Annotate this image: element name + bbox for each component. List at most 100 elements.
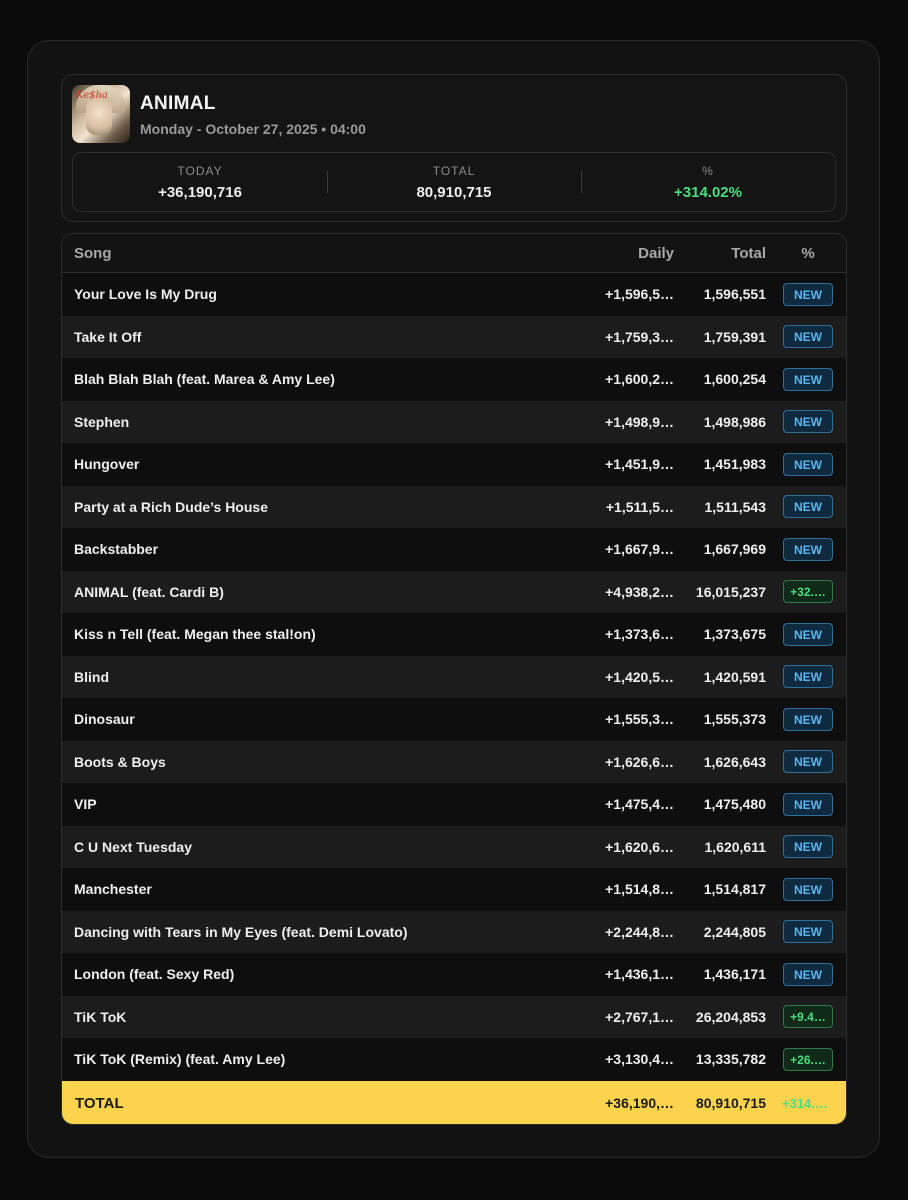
- stat-today: TODAY +36,190,716: [73, 153, 327, 211]
- total-total: 80,910,715: [695, 1095, 766, 1111]
- song-daily: +1,555,3…: [605, 711, 674, 728]
- song-total: 1,420,591: [703, 668, 766, 685]
- table-row[interactable]: Blind +1,420,5… 1,420,591 NEW: [62, 655, 846, 698]
- table-row[interactable]: Manchester +1,514,8… 1,514,817 NEW: [62, 868, 846, 911]
- song-percent-cell: NEW: [770, 325, 846, 349]
- table-row[interactable]: London (feat. Sexy Red) +1,436,1… 1,436,17…: [62, 953, 846, 996]
- song-daily: +1,498,9…: [605, 413, 674, 430]
- stat-percent-value: +314.02%: [674, 184, 742, 201]
- cover-signature: Ke$ha: [76, 90, 108, 101]
- song-total: 2,244,805: [703, 923, 766, 940]
- song-title: Party at a Rich Dude’s House: [74, 498, 268, 515]
- song-percent-cell: NEW: [770, 750, 846, 774]
- song-percent-cell: NEW: [770, 920, 846, 944]
- table-row[interactable]: Your Love Is My Drug +1,596,5… 1,596,551 NE…: [62, 273, 846, 316]
- song-daily: +1,667,9…: [605, 541, 674, 558]
- song-total: 16,015,237: [695, 583, 766, 600]
- stat-today-label: TODAY: [177, 164, 223, 178]
- status-badge: NEW: [783, 410, 833, 434]
- stat-percent: % +314.02%: [581, 153, 835, 211]
- song-title: VIP: [74, 796, 97, 813]
- table-row[interactable]: TiK ToK (Remix) (feat. Amy Lee) +3,130,4……: [62, 1038, 846, 1081]
- song-title: Manchester: [74, 881, 152, 898]
- song-title: TiK ToK (Remix) (feat. Amy Lee): [74, 1051, 286, 1068]
- table-body: Your Love Is My Drug +1,596,5… 1,596,551 NE…: [62, 273, 846, 1081]
- header-daily[interactable]: Daily: [584, 245, 674, 262]
- table-row[interactable]: Party at a Rich Dude’s House +1,511,5… 1,5…: [62, 485, 846, 528]
- stat-total: TOTAL 80,910,715: [327, 153, 581, 211]
- status-badge: NEW: [783, 325, 833, 349]
- status-badge: NEW: [783, 665, 833, 689]
- song-percent-cell: NEW: [770, 707, 846, 731]
- album-cover[interactable]: Ke$ha: [72, 85, 130, 143]
- song-title: TiK ToK: [74, 1008, 127, 1025]
- table-row[interactable]: Boots & Boys +1,626,6… 1,626,643 NEW: [62, 740, 846, 783]
- song-total: 1,451,983: [703, 456, 766, 473]
- table-row[interactable]: Hungover +1,451,9… 1,451,983 NEW: [62, 443, 846, 486]
- song-daily: +2,767,1…: [605, 1008, 674, 1025]
- song-percent-cell: +32.…: [770, 580, 846, 604]
- song-percent-cell: NEW: [770, 877, 846, 901]
- song-total: 1,498,986: [703, 413, 766, 430]
- song-daily: +4,938,2…: [605, 583, 674, 600]
- table-row[interactable]: TiK ToK +2,767,1… 26,204,853 +9.4…: [62, 995, 846, 1038]
- song-total: 1,475,480: [703, 796, 766, 813]
- table-row[interactable]: Kiss n Tell (feat. Megan thee stal!on) +1…: [62, 613, 846, 656]
- table-row[interactable]: Blah Blah Blah (feat. Marea & Amy Lee) +1…: [62, 358, 846, 401]
- stat-total-value: 80,910,715: [416, 184, 492, 201]
- stat-percent-label: %: [702, 164, 714, 178]
- song-total: 1,759,391: [703, 328, 766, 345]
- total-percent-value: +314.…: [782, 1095, 828, 1111]
- table-row[interactable]: VIP +1,475,4… 1,475,480 NEW: [62, 783, 846, 826]
- header-song[interactable]: Song: [62, 245, 584, 262]
- song-total: 26,204,853: [695, 1008, 766, 1025]
- header-percent[interactable]: %: [770, 245, 846, 262]
- song-title: Hungover: [74, 456, 140, 473]
- album-date: Monday - October 27, 2025 • 04:00: [140, 121, 366, 137]
- table-row[interactable]: Take It Off +1,759,3… 1,759,391 NEW: [62, 315, 846, 358]
- song-daily: +3,130,4…: [605, 1051, 674, 1068]
- song-title: C U Next Tuesday: [74, 838, 192, 855]
- song-total: 1,436,171: [703, 966, 766, 983]
- status-badge: NEW: [783, 750, 833, 774]
- status-badge: NEW: [783, 452, 833, 476]
- song-percent-cell: NEW: [770, 367, 846, 391]
- total-daily: +36,190,…: [605, 1095, 674, 1111]
- status-badge: NEW: [783, 367, 833, 391]
- song-title: Blah Blah Blah (feat. Marea & Amy Lee): [74, 371, 335, 388]
- status-badge: NEW: [783, 835, 833, 859]
- table-row[interactable]: Backstabber +1,667,9… 1,667,969 NEW: [62, 528, 846, 571]
- song-percent-cell: NEW: [770, 792, 846, 816]
- song-title: Stephen: [74, 413, 130, 430]
- header-total[interactable]: Total: [674, 245, 770, 262]
- song-daily: +1,475,4…: [605, 796, 674, 813]
- song-title: Dinosaur: [74, 711, 135, 728]
- song-daily: +1,626,6…: [605, 753, 674, 770]
- status-badge: NEW: [783, 792, 833, 816]
- song-percent-cell: NEW: [770, 537, 846, 561]
- table-row[interactable]: Stephen +1,498,9… 1,498,986 NEW: [62, 400, 846, 443]
- song-percent-cell: NEW: [770, 665, 846, 689]
- status-badge: NEW: [783, 282, 833, 306]
- table-row[interactable]: Dinosaur +1,555,3… 1,555,373 NEW: [62, 698, 846, 741]
- song-percent-cell: +26.…: [770, 1047, 846, 1071]
- status-badge: NEW: [783, 920, 833, 944]
- table-header: Song Daily Total %: [62, 234, 846, 273]
- table-row[interactable]: C U Next Tuesday +1,620,6… 1,620,611 NEW: [62, 825, 846, 868]
- song-total: 1,514,817: [703, 881, 766, 898]
- song-daily: +1,420,5…: [605, 668, 674, 685]
- table-row[interactable]: ANIMAL (feat. Cardi B) +4,938,2… 16,015,23…: [62, 570, 846, 613]
- song-title: Your Love Is My Drug: [74, 286, 217, 303]
- song-total: 1,555,373: [703, 711, 766, 728]
- song-total: 1,667,969: [703, 541, 766, 558]
- status-badge: NEW: [783, 622, 833, 646]
- song-total: 1,620,611: [704, 838, 766, 855]
- status-badge: +32.…: [783, 580, 833, 604]
- status-badge: +9.4…: [783, 1005, 833, 1029]
- status-badge: +26.…: [783, 1047, 833, 1071]
- stats-bar: TODAY +36,190,716 TOTAL 80,910,715 % +31…: [72, 152, 836, 212]
- song-title: Dancing with Tears in My Eyes (feat. Dem…: [74, 923, 408, 940]
- song-title: Backstabber: [74, 541, 159, 558]
- table-row[interactable]: Dancing with Tears in My Eyes (feat. Dem…: [62, 910, 846, 953]
- song-daily: +1,514,8…: [605, 881, 674, 898]
